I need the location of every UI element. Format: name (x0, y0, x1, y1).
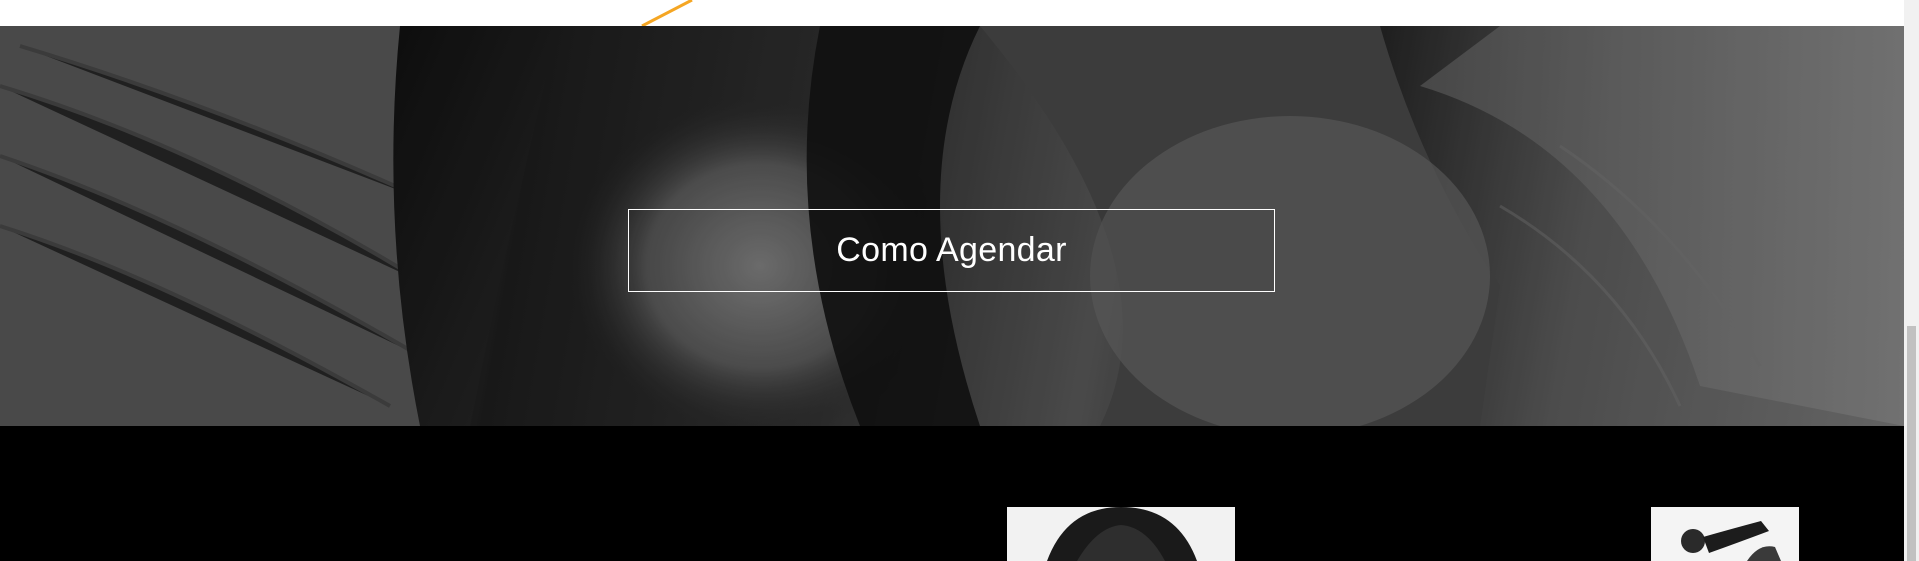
portrait-photo-icon (1007, 507, 1235, 561)
hero-banner: Como Agendar (0, 26, 1904, 426)
gallery-thumbnail[interactable] (1651, 507, 1799, 561)
vertical-scrollbar[interactable] (1904, 0, 1919, 561)
gallery-thumbnail[interactable] (1007, 507, 1235, 561)
dark-section (0, 426, 1904, 561)
scrollbar-thumb[interactable] (1907, 326, 1916, 561)
portrait-photo-icon (1651, 507, 1799, 561)
accent-line-decoration (641, 0, 693, 26)
page: Como Agendar (0, 0, 1919, 561)
como-agendar-button[interactable]: Como Agendar (628, 209, 1275, 292)
top-section (0, 0, 1904, 26)
